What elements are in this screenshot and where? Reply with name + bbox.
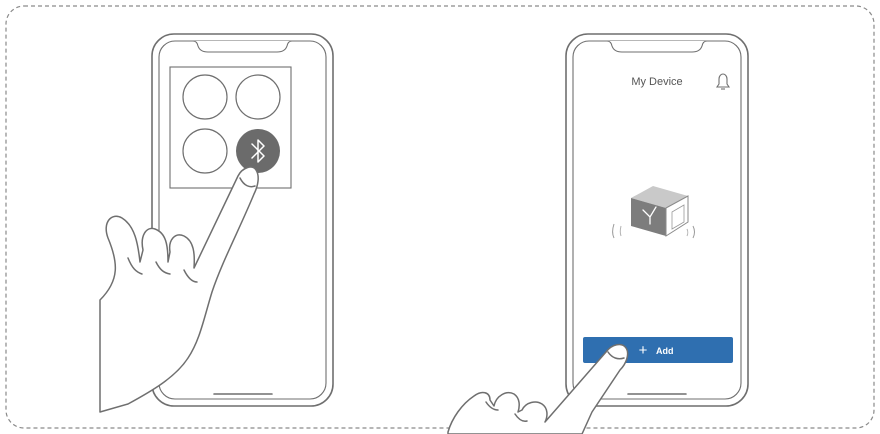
add-button-label: Add <box>656 346 674 356</box>
right-hand-illustration <box>447 343 629 434</box>
screen-title: My Device <box>631 76 682 88</box>
instruction-diagram: My Device + Add <box>5 5 875 434</box>
add-plus-icon: + <box>639 342 648 359</box>
control-toggle-1[interactable] <box>182 74 228 120</box>
right-phone: My Device + Add <box>565 33 749 407</box>
control-toggle-3[interactable] <box>182 128 228 174</box>
control-toggle-2[interactable] <box>235 74 281 120</box>
left-phone-notch <box>192 40 293 53</box>
right-phone-notch <box>606 40 708 53</box>
